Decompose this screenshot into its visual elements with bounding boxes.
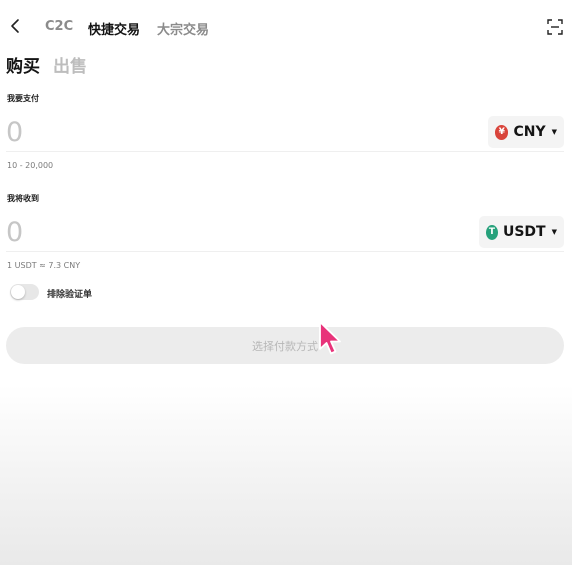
divider <box>6 151 564 152</box>
receive-label: 我将收到 <box>7 194 39 203</box>
pay-currency-selector[interactable]: ¥ CNY ▼ <box>488 116 564 148</box>
tab-quick-trade[interactable]: 快捷交易 <box>88 19 140 38</box>
receive-currency-code: USDT <box>502 224 546 240</box>
usdt-coin-icon: T <box>486 224 498 240</box>
tab-sell[interactable]: 出售 <box>53 52 87 77</box>
receive-currency-selector[interactable]: T USDT ▼ <box>479 216 564 248</box>
scan-icon <box>547 19 563 35</box>
exclude-verified-label: 排除验证单 <box>47 290 93 300</box>
pay-currency-code: CNY <box>513 124 546 140</box>
top-bar: C2C 快捷交易 大宗交易 <box>0 0 572 54</box>
pay-amount-input[interactable] <box>6 115 306 149</box>
select-payment-method-button[interactable]: 选择付款方式 <box>6 327 564 364</box>
scan-button[interactable] <box>547 19 563 35</box>
tab-buy[interactable]: 购买 <box>6 52 40 77</box>
caret-down-icon: ▼ <box>551 228 557 236</box>
pay-limit-hint: 10 - 20,000 <box>7 161 54 170</box>
divider <box>6 251 564 252</box>
caret-down-icon: ▼ <box>551 128 557 136</box>
cny-coin-icon: ¥ <box>495 124 509 140</box>
back-button[interactable] <box>8 16 24 36</box>
toggle-knob <box>11 285 25 299</box>
mouse-cursor-icon <box>319 321 341 355</box>
tab-c2c[interactable]: C2C <box>45 19 73 34</box>
exchange-rate-hint: 1 USDT ≈ 7.3 CNY <box>7 261 81 270</box>
exclude-verified-toggle[interactable] <box>10 284 39 300</box>
chevron-left-icon <box>11 19 19 33</box>
receive-amount-input[interactable] <box>6 215 306 249</box>
pay-label: 我要支付 <box>7 94 39 103</box>
tab-bulk-trade[interactable]: 大宗交易 <box>157 19 209 38</box>
